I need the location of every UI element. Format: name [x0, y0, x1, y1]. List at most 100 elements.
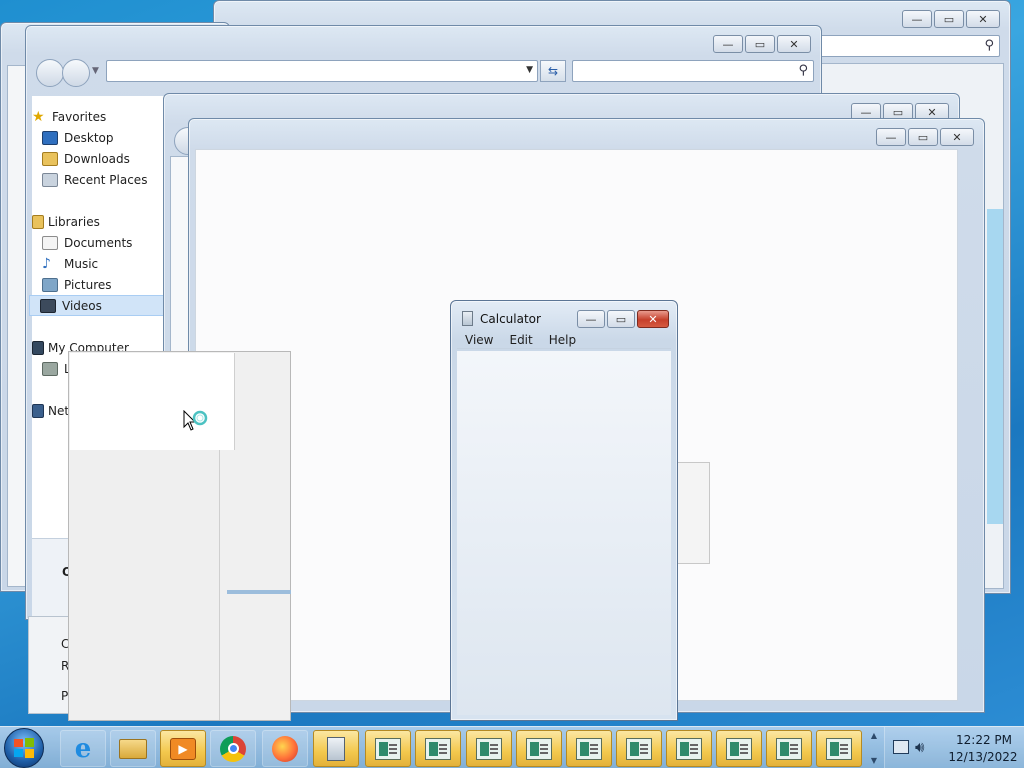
- cyan-strip: [987, 209, 1003, 524]
- app-window-icon: [626, 737, 652, 760]
- taskbar: e ▶ ▲ ▼ 🔊︎ 12:22 PM 12/13/2022: [0, 726, 1024, 768]
- minimize-icon: —: [885, 130, 897, 144]
- windows-logo-icon: [14, 738, 34, 758]
- scroll-up-icon[interactable]: ▲: [871, 731, 877, 740]
- nav-item-desktop[interactable]: Desktop: [32, 127, 164, 148]
- taskbar-windows-explorer[interactable]: [110, 730, 156, 767]
- maximize-button[interactable]: ▭: [908, 128, 938, 146]
- taskbar-internet-explorer[interactable]: e: [60, 730, 106, 767]
- nav-item-downloads[interactable]: Downloads: [32, 148, 164, 169]
- firefox-icon: [272, 735, 298, 762]
- taskbar-app-1[interactable]: [365, 730, 411, 767]
- minimize-button[interactable]: —: [876, 128, 906, 146]
- ghost-window-stripe: [227, 590, 291, 594]
- nav-label: Desktop: [64, 130, 114, 145]
- taskbar-app-2[interactable]: [415, 730, 461, 767]
- taskbar-scroll[interactable]: ▲ ▼: [868, 731, 880, 765]
- background-search-box[interactable]: ⚲: [814, 35, 1000, 57]
- minimize-button[interactable]: —: [577, 310, 605, 328]
- close-button[interactable]: ✕: [966, 10, 1000, 28]
- menu-help[interactable]: Help: [541, 331, 584, 348]
- minimize-button[interactable]: —: [713, 35, 743, 53]
- close-icon: ✕: [789, 37, 799, 51]
- nav-favorites-header[interactable]: ★ Favorites: [32, 106, 164, 127]
- taskbar-app-6[interactable]: [616, 730, 662, 767]
- background-window-top-caption-buttons: — ▭ ✕: [902, 10, 1000, 28]
- close-button[interactable]: ✕: [940, 128, 974, 146]
- network-icon[interactable]: [893, 740, 909, 754]
- calculator-icon: [327, 736, 345, 761]
- calculator-caption-buttons: — ▭ ✕: [577, 310, 669, 328]
- volume-icon[interactable]: 🔊︎: [915, 738, 924, 756]
- nav-libraries-header[interactable]: Libraries: [32, 211, 164, 232]
- back-button[interactable]: [36, 59, 64, 87]
- close-button[interactable]: ✕: [777, 35, 811, 53]
- nav-item-videos[interactable]: Videos: [29, 295, 168, 316]
- forward-button[interactable]: [62, 59, 90, 87]
- taskbar-app-10[interactable]: [816, 730, 862, 767]
- app-window-icon: [676, 737, 702, 760]
- app-window-icon: [476, 737, 502, 760]
- menu-edit[interactable]: Edit: [501, 331, 540, 348]
- chevron-down-icon[interactable]: ▼: [92, 66, 99, 76]
- app-window-icon: [526, 737, 552, 760]
- minimize-icon: —: [585, 312, 597, 326]
- taskbar-media-player[interactable]: ▶: [160, 730, 206, 767]
- close-button[interactable]: ✕: [637, 310, 669, 328]
- taskbar-app-7[interactable]: [666, 730, 712, 767]
- internet-explorer-icon: e: [74, 733, 92, 764]
- calculator-title: Calculator: [480, 312, 541, 326]
- chevron-down-icon[interactable]: ▼: [526, 65, 533, 75]
- nav-item-recent-places[interactable]: Recent Places: [32, 169, 164, 190]
- address-bar[interactable]: ▼: [106, 60, 538, 82]
- videos-icon: [40, 298, 56, 313]
- taskbar-chrome[interactable]: [210, 730, 256, 767]
- minimize-button[interactable]: —: [902, 10, 932, 28]
- taskbar-app-8[interactable]: [716, 730, 762, 767]
- nav-item-pictures[interactable]: Pictures: [32, 274, 164, 295]
- search-box[interactable]: ⚲: [572, 60, 814, 82]
- app-window-icon: [776, 737, 802, 760]
- star-icon: ★: [32, 108, 45, 125]
- scroll-down-icon[interactable]: ▼: [871, 756, 877, 765]
- calculator-app-icon: [462, 311, 473, 326]
- minimize-icon: —: [911, 12, 923, 26]
- clock-time[interactable]: 12:22 PM: [947, 733, 1021, 747]
- menu-view[interactable]: View: [457, 331, 501, 348]
- maximize-button[interactable]: ▭: [745, 35, 775, 53]
- nav-label: Documents: [64, 235, 133, 250]
- app-window-icon: [826, 737, 852, 760]
- close-icon: ✕: [927, 105, 937, 119]
- maximize-icon: ▭: [615, 312, 627, 326]
- nav-item-music[interactable]: ♪ Music: [32, 253, 164, 274]
- explorer-caption-buttons: — ▭ ✕: [713, 35, 811, 53]
- nav-item-documents[interactable]: Documents: [32, 232, 164, 253]
- start-button[interactable]: [4, 728, 44, 768]
- maximize-button[interactable]: ▭: [607, 310, 635, 328]
- refresh-button[interactable]: ⇆: [540, 60, 566, 82]
- nav-label: Net: [48, 403, 70, 418]
- maximize-icon: ▭: [943, 12, 955, 26]
- computer-icon: [32, 340, 44, 355]
- taskbar-app-5[interactable]: [566, 730, 612, 767]
- blank-window-caption-buttons: — ▭ ✕: [876, 128, 974, 146]
- taskbar-app-9[interactable]: [766, 730, 812, 767]
- taskbar-calculator[interactable]: [313, 730, 359, 767]
- nav-label: Recent Places: [64, 172, 148, 187]
- ghost-window-pane: [70, 450, 220, 720]
- libraries-icon: [32, 214, 44, 229]
- taskbar-app-3[interactable]: [466, 730, 512, 767]
- chrome-center: [227, 743, 239, 754]
- nav-label: Downloads: [64, 151, 130, 166]
- nav-label: Libraries: [48, 214, 100, 229]
- taskbar-app-4[interactable]: [516, 730, 562, 767]
- clock-date[interactable]: 12/13/2022: [943, 750, 1023, 764]
- documents-icon: [42, 235, 58, 250]
- maximize-button[interactable]: ▭: [934, 10, 964, 28]
- network-icon: [32, 403, 44, 418]
- taskbar-firefox[interactable]: [262, 730, 308, 767]
- search-icon: ⚲: [798, 63, 808, 78]
- refresh-icon: ⇆: [547, 64, 559, 78]
- desktop-icon: [42, 130, 58, 145]
- maximize-icon: ▭: [892, 105, 904, 119]
